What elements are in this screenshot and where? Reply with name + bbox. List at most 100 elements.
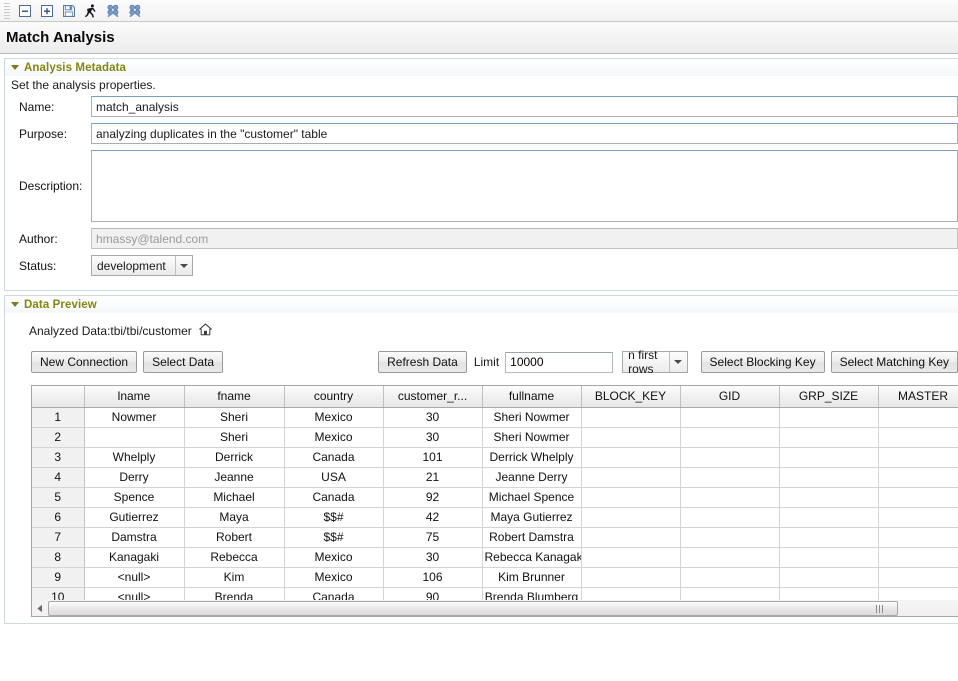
expand-all-icon[interactable]	[36, 1, 58, 21]
scroll-left-icon[interactable]	[32, 601, 48, 616]
table-cell[interactable]: 106	[383, 567, 482, 587]
table-cell[interactable]	[581, 567, 680, 587]
home-icon[interactable]	[198, 322, 213, 340]
table-cell[interactable]	[581, 487, 680, 507]
table-cell[interactable]: Nowmer	[84, 407, 184, 427]
select-matching-key-button[interactable]: Select Matching Key	[831, 351, 958, 373]
run-icon[interactable]	[80, 1, 102, 21]
table-cell[interactable]: Canada	[284, 447, 383, 467]
description-input[interactable]	[91, 150, 958, 222]
table-cell[interactable]: Sheri Nowmer	[482, 427, 581, 447]
table-cell[interactable]: Derry	[84, 467, 184, 487]
data-preview-table-container[interactable]: lnamefnamecountrycustomer_r...fullnameBL…	[31, 385, 958, 600]
table-cell[interactable]	[878, 467, 958, 487]
column-header-country[interactable]: country	[284, 386, 383, 407]
chevron-down-icon[interactable]	[11, 302, 19, 307]
table-cell[interactable]	[680, 587, 779, 600]
table-cell[interactable]: <null>	[84, 587, 184, 600]
table-cell[interactable]: Brenda Blumberg	[482, 587, 581, 600]
chevron-down-icon[interactable]	[11, 65, 19, 70]
row-number-header[interactable]	[32, 386, 84, 407]
table-cell[interactable]: USA	[284, 467, 383, 487]
table-cell[interactable]	[779, 487, 878, 507]
table-cell[interactable]	[779, 407, 878, 427]
row-number-cell[interactable]: 3	[32, 447, 84, 467]
select-blocking-key-button[interactable]: Select Blocking Key	[701, 351, 825, 373]
table-cell[interactable]	[581, 447, 680, 467]
table-cell[interactable]: Michael	[184, 487, 284, 507]
table-cell[interactable]: Rebecca Kanagaki	[482, 547, 581, 567]
table-cell[interactable]: Rebecca	[184, 547, 284, 567]
table-cell[interactable]: Spence	[84, 487, 184, 507]
table-cell[interactable]	[581, 547, 680, 567]
row-number-cell[interactable]: 2	[32, 427, 84, 447]
chevron-down-icon[interactable]	[669, 352, 687, 372]
table-cell[interactable]: Sheri	[184, 427, 284, 447]
table-cell[interactable]	[680, 427, 779, 447]
table-row[interactable]: 3WhelplyDerrickCanada101Derrick Whelply	[32, 447, 958, 467]
table-cell[interactable]	[680, 467, 779, 487]
table-cell[interactable]	[581, 407, 680, 427]
table-row[interactable]: 4DerryJeanneUSA21Jeanne Derry	[32, 467, 958, 487]
column-header-block-key[interactable]: BLOCK_KEY	[581, 386, 680, 407]
refresh-data-button[interactable]: Refresh Data	[378, 351, 467, 373]
row-number-cell[interactable]: 4	[32, 467, 84, 487]
toolbar-grip[interactable]	[4, 3, 10, 19]
table-cell[interactable]: Mexico	[284, 427, 383, 447]
column-header-fname[interactable]: fname	[184, 386, 284, 407]
table-cell[interactable]	[779, 587, 878, 600]
row-number-cell[interactable]: 1	[32, 407, 84, 427]
table-cell[interactable]: Robert Damstra	[482, 527, 581, 547]
table-horizontal-scrollbar[interactable]	[31, 600, 958, 617]
table-cell[interactable]	[779, 447, 878, 467]
collapse-all-icon[interactable]	[14, 1, 36, 21]
purpose-input[interactable]	[91, 123, 958, 144]
table-cell[interactable]: Mexico	[284, 407, 383, 427]
table-cell[interactable]	[878, 547, 958, 567]
scrollbar-thumb[interactable]	[48, 601, 898, 616]
table-cell[interactable]	[779, 507, 878, 527]
rows-mode-dropdown[interactable]: n first rows	[622, 351, 687, 373]
table-cell[interactable]: Jeanne Derry	[482, 467, 581, 487]
table-cell[interactable]	[680, 407, 779, 427]
table-row[interactable]: 7DamstraRobert$$#75Robert Damstra	[32, 527, 958, 547]
table-cell[interactable]: Kanagaki	[84, 547, 184, 567]
table-cell[interactable]: 30	[383, 547, 482, 567]
new-connection-button[interactable]: New Connection	[31, 351, 137, 373]
table-cell[interactable]	[779, 467, 878, 487]
table-cell[interactable]	[878, 587, 958, 600]
data-preview-header[interactable]: Data Preview	[5, 296, 958, 313]
table-row[interactable]: 1NowmerSheriMexico30Sheri Nowmer	[32, 407, 958, 427]
table-cell[interactable]	[878, 567, 958, 587]
table-cell[interactable]: Brenda	[184, 587, 284, 600]
select-data-button[interactable]: Select Data	[143, 351, 223, 373]
table-row[interactable]: 5SpenceMichaelCanada92Michael Spence	[32, 487, 958, 507]
table-cell[interactable]: Mexico	[284, 567, 383, 587]
refresh-chart-alt-icon[interactable]	[124, 1, 146, 21]
table-cell[interactable]	[680, 567, 779, 587]
table-cell[interactable]	[878, 427, 958, 447]
table-cell[interactable]: 90	[383, 587, 482, 600]
table-cell[interactable]	[878, 487, 958, 507]
limit-input[interactable]	[505, 352, 613, 373]
table-cell[interactable]: 75	[383, 527, 482, 547]
column-header-lname[interactable]: lname	[84, 386, 184, 407]
table-cell[interactable]: Whelply	[84, 447, 184, 467]
table-cell[interactable]: $$#	[284, 507, 383, 527]
table-cell[interactable]: Kim	[184, 567, 284, 587]
table-cell[interactable]	[779, 547, 878, 567]
column-header-gid[interactable]: GID	[680, 386, 779, 407]
table-row[interactable]: 10<null>BrendaCanada90Brenda Blumberg	[32, 587, 958, 600]
row-number-cell[interactable]: 6	[32, 507, 84, 527]
table-cell[interactable]: 92	[383, 487, 482, 507]
column-header-customer-r[interactable]: customer_r...	[383, 386, 482, 407]
table-cell[interactable]: Jeanne	[184, 467, 284, 487]
table-cell[interactable]	[878, 407, 958, 427]
table-cell[interactable]	[680, 487, 779, 507]
table-cell[interactable]	[581, 527, 680, 547]
table-row[interactable]: 9<null>KimMexico106Kim Brunner	[32, 567, 958, 587]
table-cell[interactable]: Damstra	[84, 527, 184, 547]
table-cell[interactable]: $$#	[284, 527, 383, 547]
table-cell[interactable]	[581, 507, 680, 527]
table-cell[interactable]	[779, 567, 878, 587]
